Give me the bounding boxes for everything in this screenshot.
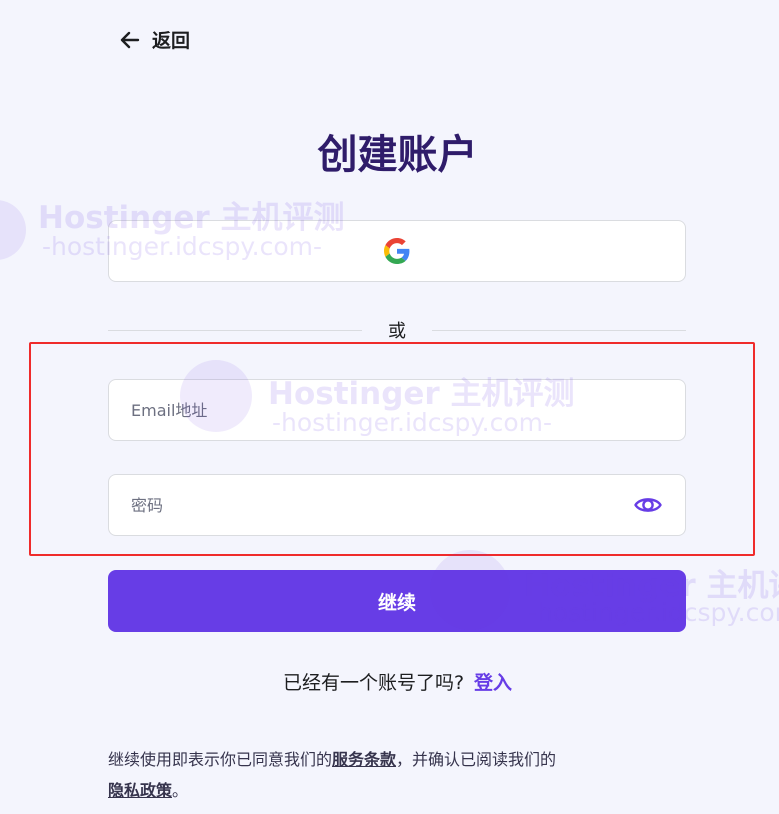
terms-middle: ，并确认已阅读我们的 <box>396 750 557 769</box>
signup-page: 返回 创建账户 或 继续 已经有一个账号了吗?登入 继续使用即表示你已同 <box>0 0 779 814</box>
password-field-container <box>108 474 686 536</box>
login-prompt: 已经有一个账号了吗? 登入 <box>0 668 779 695</box>
email-field-container <box>108 379 686 441</box>
page-title: 创建账户 <box>317 132 478 178</box>
privacy-policy-link[interactable]: 隐私政策 <box>108 781 172 800</box>
terms-suffix: 。 <box>172 781 189 800</box>
continue-button[interactable]: 继续 <box>108 570 686 632</box>
divider-line-left <box>108 329 362 331</box>
login-prompt-text: 已经有一个账号了吗? <box>282 672 465 694</box>
password-input[interactable] <box>131 495 633 515</box>
eye-icon[interactable] <box>633 490 663 520</box>
divider-line-right <box>432 329 686 331</box>
back-link[interactable]: 返回 <box>118 26 190 53</box>
back-label: 返回 <box>152 30 191 52</box>
terms-prefix: 继续使用即表示你已同意我们的 <box>108 750 333 769</box>
watermark-logo-icon <box>0 200 26 260</box>
terms-notice: 继续使用即表示你已同意我们的服务条款，并确认已阅读我们的隐私政策。 <box>108 744 688 806</box>
google-signin-button[interactable] <box>108 220 686 282</box>
or-text: 或 <box>388 321 406 342</box>
login-link[interactable]: 登入 <box>474 672 512 694</box>
email-input[interactable] <box>131 400 663 420</box>
service-terms-link[interactable]: 服务条款 <box>332 750 396 769</box>
google-logo-icon <box>384 238 410 264</box>
arrow-left-icon <box>120 31 140 48</box>
or-divider: 或 <box>108 318 686 342</box>
